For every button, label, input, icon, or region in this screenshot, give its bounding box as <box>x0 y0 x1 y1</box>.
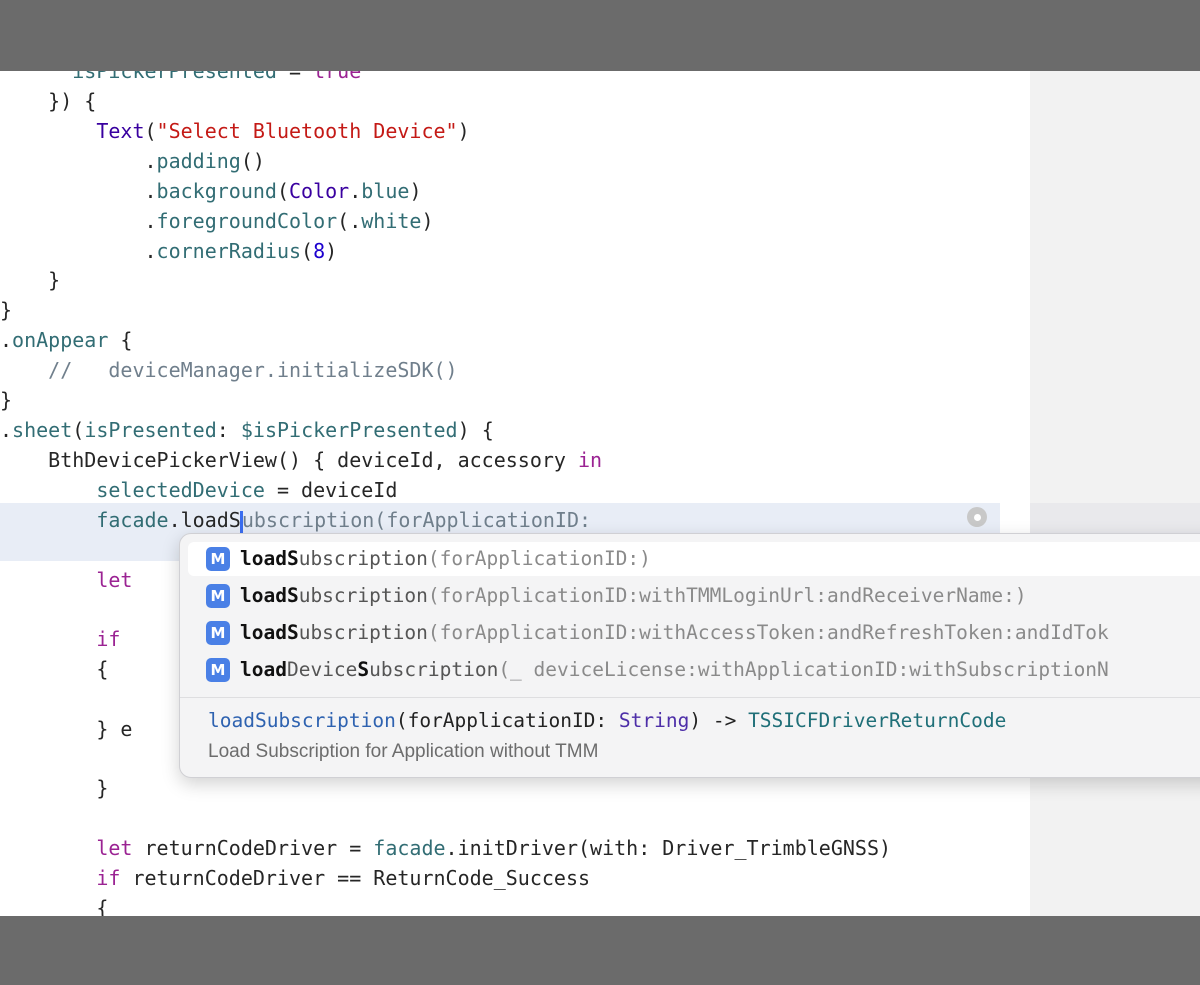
suggestion-description: Load Subscription for Application withou… <box>208 741 599 762</box>
autocomplete-popup: M loadSubscription(forApplicationID:) M … <box>179 533 1200 778</box>
code-line: BthDevicePickerView() { deviceId, access… <box>48 448 603 472</box>
method-icon: M <box>206 547 230 571</box>
current-code-line[interactable]: facade.loadSubscription(forApplicationID… <box>0 505 591 535</box>
method-icon: M <box>206 621 230 645</box>
code-line: .cornerRadius(8) <box>144 239 338 263</box>
top-frame-bar <box>0 0 1200 71</box>
popup-divider <box>180 697 1200 698</box>
code-line: isPickerPresented = true <box>72 71 362 83</box>
code-line: Text("Select Bluetooth Device") <box>96 119 470 143</box>
signature-line: loadSubscription(forApplicationID: Strin… <box>208 709 1007 732</box>
method-icon: M <box>206 658 230 682</box>
code-line: if <box>96 627 121 651</box>
code-comment-line: // deviceManager.initializeSDK() <box>48 358 458 382</box>
code-line: { <box>96 896 109 916</box>
code-line: } e <box>96 717 133 741</box>
suggestion-item[interactable]: M loadDeviceSubscription(_ deviceLicense… <box>188 653 1200 687</box>
minimap-gutter <box>1030 71 1200 916</box>
code-line: } <box>96 776 109 800</box>
suggestion-item[interactable]: M loadSubscription(forApplicationID:with… <box>188 579 1200 613</box>
bottom-frame-bar <box>0 916 1200 985</box>
code-line: .onAppear { <box>0 328 133 352</box>
code-line: .foregroundColor(.white) <box>144 209 434 233</box>
code-line: } <box>0 298 13 322</box>
code-line: { <box>96 657 109 681</box>
code-line: } <box>0 268 61 292</box>
code-line: .background(Color.blue) <box>144 179 422 203</box>
code-line: let <box>96 568 133 592</box>
code-line: .sheet(isPresented: $isPickerPresented) … <box>0 418 494 442</box>
method-icon: M <box>206 584 230 608</box>
code-line: } <box>0 388 13 412</box>
suggestion-item[interactable]: M loadSubscription(forApplicationID:) <box>188 542 1200 576</box>
code-line: .padding() <box>144 149 265 173</box>
code-editor[interactable]: isPickerPresented = true }) { Text("Sele… <box>0 71 1030 916</box>
issue-indicator-icon[interactable] <box>967 507 987 527</box>
code-line: if returnCodeDriver == ReturnCode_Succes… <box>96 866 591 890</box>
code-line: let returnCodeDriver = facade.initDriver… <box>96 836 892 860</box>
code-line: }) { <box>0 89 97 113</box>
code-line: selectedDevice = deviceId <box>96 478 398 502</box>
suggestion-item[interactable]: M loadSubscription(forApplicationID:with… <box>188 616 1200 650</box>
